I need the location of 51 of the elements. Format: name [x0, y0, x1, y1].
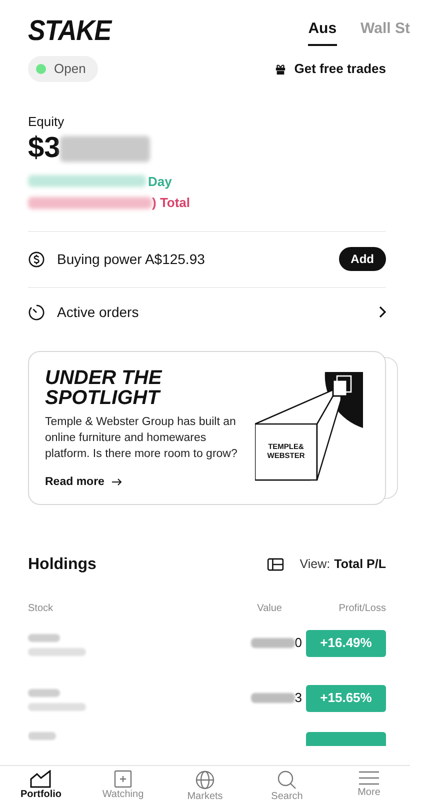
timer-icon	[28, 304, 45, 320]
free-trades-link[interactable]: Get free trades	[275, 59, 386, 79]
status-label: Open	[54, 60, 87, 78]
read-more-link[interactable]: Read more	[45, 474, 122, 491]
nav-tab[interactable]: Portfolio	[6, 770, 76, 811]
spotlight-title: UNDER THE SPOTLIGHT	[45, 368, 164, 408]
nav-tab[interactable]: Markets	[170, 770, 240, 811]
blurred-redaction	[28, 689, 60, 697]
blurred-redaction	[250, 638, 295, 648]
menu-icon	[359, 770, 379, 786]
blurred-redaction	[28, 648, 86, 656]
holding-row[interactable]: 0 +16.49%	[28, 616, 386, 670]
blurred-redaction	[250, 693, 295, 703]
logo: STAKE	[28, 16, 111, 44]
blurred-redaction	[28, 634, 60, 642]
profit-badge: +15.65%	[306, 684, 386, 712]
globe-icon	[195, 770, 215, 790]
blurred-redaction	[28, 732, 56, 740]
holding-value: 0	[294, 634, 302, 652]
active-orders-row[interactable]: Active orders	[28, 286, 386, 336]
chart-icon	[30, 770, 52, 788]
arrow-right-icon	[112, 478, 122, 486]
holdings-title: Holdings	[28, 554, 96, 574]
gift-icon	[275, 64, 286, 74]
chevron-right-icon	[378, 306, 386, 318]
nav-tab[interactable]: Search	[252, 770, 322, 811]
view-value: Total P/L	[334, 556, 386, 574]
spotlight-description: Temple & Webster Group has built an online furniture and homewares platform. Is there more room to grow?	[45, 414, 238, 462]
holding-row[interactable]: 3 +15.65%	[28, 670, 386, 726]
layout-icon	[266, 558, 284, 571]
equity-value: $3	[28, 134, 60, 163]
column-header: Stock	[28, 602, 54, 616]
nav-tab[interactable]: Watching	[88, 770, 158, 811]
day-change-label: Day	[148, 172, 172, 191]
buying-power-label: Buying power A$125.93	[57, 250, 205, 269]
holding-value: 3	[294, 689, 302, 708]
total-change-label: ) Total	[152, 194, 190, 212]
view-toggle[interactable]: View: Total P/L	[300, 555, 386, 574]
view-label: View:	[300, 556, 330, 574]
nav-tab[interactable]: More	[334, 770, 404, 811]
column-header: Profit/Loss	[338, 602, 386, 616]
column-header: Value	[256, 602, 283, 616]
add-funds-button[interactable]: Add	[338, 247, 386, 271]
market-tab[interactable]: Aus	[308, 14, 337, 46]
plus-square-icon	[114, 770, 132, 788]
dollar-icon	[28, 250, 45, 268]
blurred-redaction	[28, 703, 86, 711]
search-icon	[277, 770, 297, 790]
profit-badge: +16.49%	[306, 630, 386, 656]
equity-label: Equity	[28, 113, 66, 131]
active-orders-label: Active orders	[57, 302, 139, 322]
